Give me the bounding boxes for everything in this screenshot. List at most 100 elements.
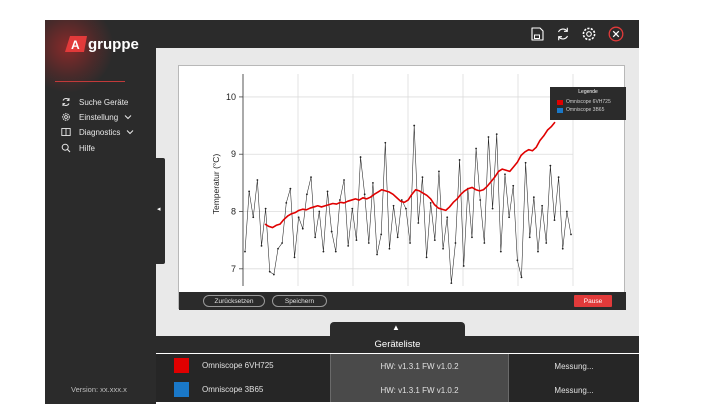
sidebar: A gruppe Suche Geräte Einstellung Diagno… <box>45 20 156 404</box>
data-point <box>570 233 572 236</box>
refresh-icon <box>62 98 70 106</box>
data-point <box>343 179 345 181</box>
data-point <box>528 236 531 239</box>
data-point <box>549 164 552 167</box>
sidebar-item-diagnostics[interactable]: Diagnostics <box>61 125 134 139</box>
caret-up-icon: ▲ <box>392 323 400 332</box>
device-name: Omniscope 3B65 <box>202 385 264 394</box>
device-color-swatch <box>174 382 189 397</box>
pause-button[interactable]: Pause <box>574 295 612 307</box>
save-icon[interactable] <box>529 26 545 42</box>
y-tick-label: 9 <box>231 149 236 159</box>
sidebar-item-einstellung[interactable]: Einstellung <box>61 110 132 124</box>
data-point <box>305 193 308 196</box>
data-point <box>322 250 325 253</box>
refresh-icon[interactable] <box>555 26 571 42</box>
data-point <box>268 270 271 273</box>
device-version: HW: v1.3.1 FW v1.0.2 <box>330 354 508 378</box>
data-point <box>244 250 246 253</box>
data-point <box>367 242 370 244</box>
chart-legend: Legende Omniscope 6VH725 Omniscope 3B65 <box>550 87 626 120</box>
device-row[interactable]: Omniscope 3B65 HW: v1.3.1 FW v1.0.2 Mess… <box>156 378 639 402</box>
data-point <box>260 244 263 247</box>
data-point <box>297 216 300 219</box>
legend-label: Omniscope 3B65 <box>566 107 605 113</box>
logo-text: gruppe <box>88 35 139 53</box>
gear-icon <box>62 113 70 121</box>
data-point <box>285 202 288 204</box>
data-point <box>495 133 498 136</box>
data-point <box>376 253 378 256</box>
data-point <box>454 242 457 244</box>
logo: A gruppe <box>65 35 139 53</box>
sidebar-item-hilfe[interactable]: Hilfe <box>61 141 95 155</box>
data-point <box>442 247 444 250</box>
data-point <box>372 181 374 184</box>
data-point <box>355 239 358 242</box>
legend-label: Omniscope 6VH725 <box>566 99 611 105</box>
data-point <box>256 179 259 181</box>
app-window: A gruppe Suche Geräte Einstellung Diagno… <box>45 20 639 404</box>
data-point <box>359 156 362 158</box>
data-point <box>405 207 407 210</box>
data-point <box>516 259 519 262</box>
data-point <box>491 207 494 210</box>
data-point <box>293 256 296 259</box>
legend-entry: Omniscope 6VH725 <box>557 99 611 105</box>
data-point <box>388 247 391 250</box>
data-point <box>310 176 312 179</box>
data-point <box>438 170 440 173</box>
data-point <box>318 210 321 213</box>
chart-control-bar: Zurücksetzen Speichern Pause <box>179 292 626 310</box>
reset-button[interactable]: Zurücksetzen <box>203 295 265 307</box>
chevron-down-icon <box>127 130 134 135</box>
data-point <box>479 199 482 201</box>
data-point <box>553 219 556 222</box>
data-point <box>524 161 527 164</box>
data-point <box>450 282 453 285</box>
data-point <box>380 233 383 236</box>
data-point <box>532 196 535 199</box>
sidebar-item-label: Einstellung <box>79 112 119 122</box>
device-row[interactable]: Omniscope 6VH725 HW: v1.3.1 FW v1.0.2 Me… <box>156 354 639 378</box>
sidebar-item-label: Diagnostics <box>79 127 121 137</box>
data-point <box>413 124 416 127</box>
device-list-toggle[interactable]: ▲ <box>330 322 465 336</box>
data-point <box>483 242 486 244</box>
data-point <box>248 190 251 193</box>
data-point <box>557 176 560 179</box>
data-point <box>409 242 411 244</box>
data-point <box>252 216 255 219</box>
sidebar-item-suche-geraete[interactable]: Suche Geräte <box>61 95 128 109</box>
data-point <box>392 204 395 207</box>
data-point <box>326 190 329 193</box>
data-point <box>314 236 317 239</box>
y-tick-label: 7 <box>231 264 236 274</box>
close-icon[interactable] <box>608 26 624 42</box>
top-bar <box>156 20 639 48</box>
device-name-cell: Omniscope 6VH725 <box>156 354 330 378</box>
legend-entry: Omniscope 3B65 <box>557 107 604 113</box>
data-point <box>508 216 511 219</box>
y-tick-label: 8 <box>231 207 236 217</box>
logo-mark-icon: A <box>65 36 87 52</box>
data-point <box>545 242 548 244</box>
data-point <box>561 247 564 250</box>
data-point <box>396 236 399 239</box>
data-point <box>264 207 267 210</box>
data-point <box>433 239 436 242</box>
data-point <box>277 247 279 250</box>
data-point <box>339 199 341 201</box>
data-point <box>462 265 465 267</box>
gear-icon[interactable] <box>581 26 597 42</box>
data-point <box>475 147 477 150</box>
data-point <box>512 184 515 187</box>
sidebar-item-label: Suche Geräte <box>79 97 129 107</box>
data-point <box>330 230 333 233</box>
data-point <box>504 173 506 176</box>
data-point <box>334 250 337 253</box>
device-status: Messung... <box>508 354 639 378</box>
save-button[interactable]: Speichern <box>272 295 327 307</box>
data-point <box>301 227 304 230</box>
sidebar-collapse-handle[interactable]: ◂ <box>156 158 165 264</box>
